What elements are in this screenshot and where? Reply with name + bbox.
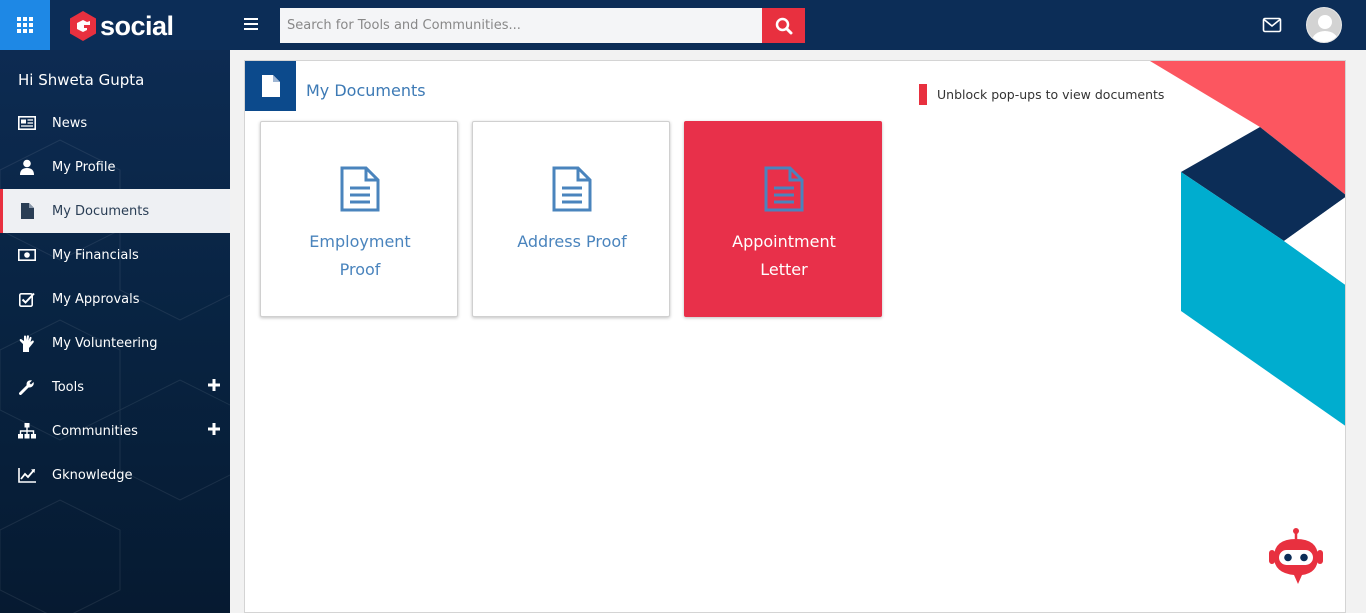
user-greeting: Hi Shweta Gupta [18, 71, 145, 89]
sitemap-icon [18, 422, 36, 440]
search-bar [280, 8, 805, 43]
expand-plus-icon[interactable] [208, 423, 220, 435]
sidebar-item-tools[interactable]: Tools [0, 365, 230, 409]
search-button[interactable] [762, 8, 805, 43]
notice-marker [919, 84, 927, 105]
sidebar-item-label: My Profile [52, 160, 116, 175]
sidebar-item-label: Tools [52, 380, 85, 395]
card-label-line: Proof [339, 260, 381, 279]
grid-icon [17, 17, 33, 33]
document-icon [764, 166, 804, 212]
search-input[interactable] [280, 8, 762, 43]
logo-text: social [100, 10, 174, 41]
card-label-line: Appointment [732, 232, 836, 251]
sidebar-item-label: Communities [52, 424, 138, 439]
card-label-line: Employment [309, 232, 411, 251]
sidebar-item-my-profile[interactable]: My Profile [0, 145, 230, 189]
document-icon [552, 166, 592, 212]
documents-panel: My Documents Unblock pop-ups to view doc… [244, 60, 1346, 613]
sidebar-item-gknowledge[interactable]: Gknowledge [0, 453, 230, 497]
line-chart-icon [18, 466, 36, 484]
page-title: My Documents [306, 81, 426, 100]
user-avatar[interactable] [1306, 7, 1342, 43]
sidebar-item-my-volunteering[interactable]: My Volunteering [0, 321, 230, 365]
sidebar-item-my-documents[interactable]: My Documents [0, 189, 230, 233]
user-icon [18, 158, 36, 176]
popup-notice: Unblock pop-ups to view documents [919, 84, 1164, 105]
document-card-appointment-letter[interactable]: Appointment Letter [684, 121, 882, 317]
notice-text: Unblock pop-ups to view documents [937, 87, 1165, 102]
hamburger-icon[interactable] [244, 18, 258, 30]
document-icon [261, 75, 280, 97]
hand-icon [18, 334, 36, 352]
sidebar-item-my-financials[interactable]: My Financials [0, 233, 230, 277]
sidebar-item-news[interactable]: News [0, 101, 230, 145]
sidebar-item-label: Gknowledge [52, 468, 133, 483]
expand-plus-icon[interactable] [208, 379, 220, 391]
sidebar-item-label: My Financials [52, 248, 139, 263]
sidebar-item-label: My Approvals [52, 292, 140, 307]
wrench-icon [18, 378, 36, 396]
card-label: Address Proof [483, 228, 661, 256]
sidebar-item-communities[interactable]: Communities [0, 409, 230, 453]
logo-mark-icon [70, 11, 96, 41]
document-icon [18, 202, 36, 220]
sidebar-item-label: My Volunteering [52, 336, 158, 351]
top-bar: social [0, 0, 1366, 50]
search-icon [775, 17, 792, 34]
sidebar-item-label: News [52, 116, 88, 131]
sidebar-item-label: My Documents [52, 204, 150, 219]
sidebar-nav: News My Profile My Documents My Financia… [0, 101, 230, 497]
brand-logo[interactable]: social [70, 9, 174, 43]
document-card-employment-proof[interactable]: Employment Proof [260, 121, 458, 317]
document-icon [340, 166, 380, 212]
card-label: Appointment Letter [695, 228, 873, 284]
checkbox-icon [18, 290, 36, 308]
sidebar: Hi Shweta Gupta News My Profile My Docum… [0, 50, 230, 613]
newspaper-icon [18, 114, 36, 132]
decorative-shapes [1150, 61, 1345, 426]
card-label-line: Address Proof [517, 232, 627, 251]
panel-header-badge [245, 61, 296, 111]
robot-icon[interactable] [1266, 527, 1326, 587]
sidebar-item-my-approvals[interactable]: My Approvals [0, 277, 230, 321]
money-icon [18, 246, 36, 264]
card-label-line: Letter [760, 260, 808, 279]
card-label: Employment Proof [271, 228, 449, 284]
document-card-address-proof[interactable]: Address Proof [472, 121, 670, 317]
apps-grid-button[interactable] [0, 0, 50, 50]
avatar-icon [1312, 15, 1338, 42]
envelope-icon[interactable] [1262, 16, 1282, 34]
